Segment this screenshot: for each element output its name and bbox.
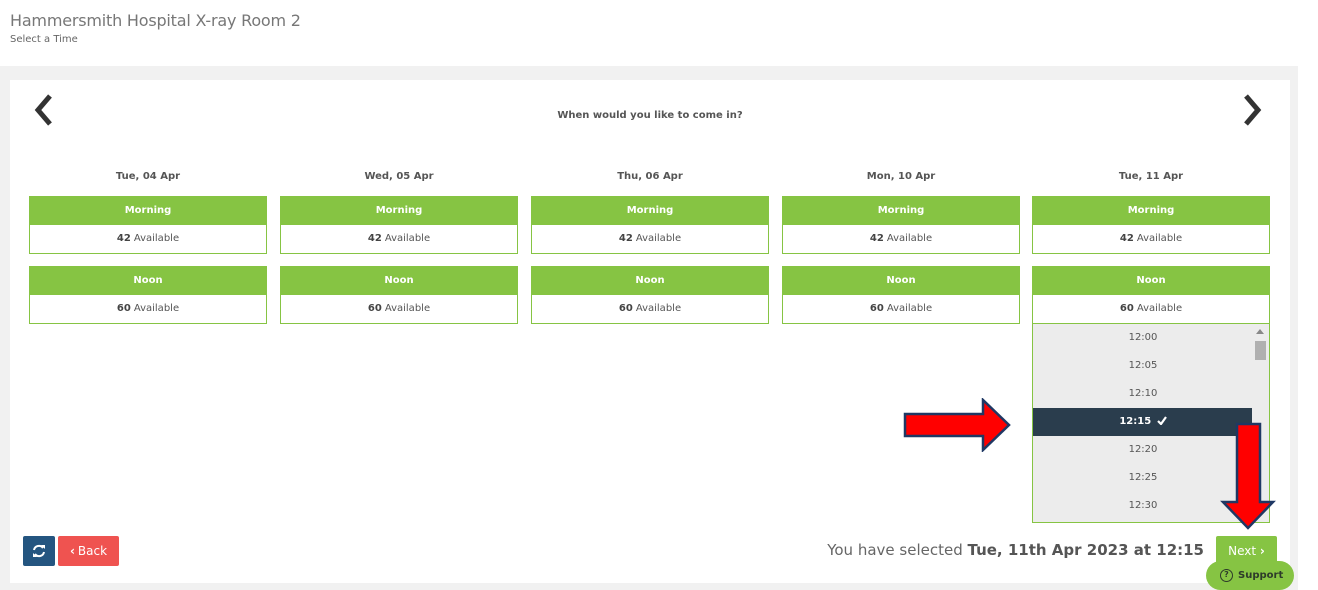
slot-count: 42 xyxy=(367,233,382,244)
available-label: Available xyxy=(886,303,933,314)
right-arrow-annotation-icon xyxy=(903,398,1011,452)
slot-availability: 60 Available xyxy=(783,295,1019,323)
slot-name: Noon xyxy=(281,267,517,295)
scroll-thumb[interactable] xyxy=(1255,341,1266,360)
slot-availability: 60 Available xyxy=(1033,295,1269,323)
slot-availability: 42 Available xyxy=(783,225,1019,253)
noon-slot[interactable]: Noon 60 Available xyxy=(280,266,518,324)
prompt-text: When would you like to come in? xyxy=(557,110,743,121)
support-label: Support xyxy=(1238,570,1284,581)
available-label: Available xyxy=(635,233,682,244)
chevron-right-icon xyxy=(1244,94,1262,126)
day-column: Thu, 06 Apr Morning 42 Available Noon 60 A… xyxy=(531,170,769,336)
support-button[interactable]: ? Support xyxy=(1206,561,1294,590)
page-subtitle: Select a Time xyxy=(10,34,78,45)
day-column: Tue, 11 Apr Morning 42 Available Noon 60 A… xyxy=(1032,170,1270,324)
slot-name: Morning xyxy=(281,197,517,225)
slot-availability: 42 Available xyxy=(1033,225,1269,253)
selection-summary: You have selected Tue, 11th Apr 2023 at … xyxy=(820,541,1204,559)
day-label: Tue, 11 Apr xyxy=(1118,171,1184,182)
slot-availability: 60 Available xyxy=(281,295,517,323)
day-column: Tue, 04 Apr Morning 42 Available Noon 60 A… xyxy=(29,170,267,336)
slot-count: 60 xyxy=(618,303,633,314)
noon-slot[interactable]: Noon 60 Available xyxy=(531,266,769,324)
slot-count: 60 xyxy=(869,303,884,314)
available-label: Available xyxy=(133,303,180,314)
slot-count: 60 xyxy=(116,303,131,314)
slot-name: Morning xyxy=(532,197,768,225)
slot-count: 60 xyxy=(367,303,382,314)
back-button[interactable]: ‹ Back xyxy=(58,536,119,566)
slot-count: 42 xyxy=(116,233,131,244)
morning-slot[interactable]: Morning 42 Available xyxy=(29,196,267,254)
chevron-left-icon: ‹ xyxy=(69,544,75,558)
back-label: Back xyxy=(77,544,108,558)
available-label: Available xyxy=(1136,233,1183,244)
slot-availability: 42 Available xyxy=(30,225,266,253)
next-label: Next xyxy=(1228,544,1257,558)
slot-availability: 42 Available xyxy=(281,225,517,253)
available-label: Available xyxy=(384,233,431,244)
slot-count: 42 xyxy=(1119,233,1134,244)
question-circle-icon: ? xyxy=(1220,569,1233,582)
morning-slot[interactable]: Morning 42 Available xyxy=(1032,196,1270,254)
morning-slot[interactable]: Morning 42 Available xyxy=(782,196,1020,254)
time-option[interactable]: 12:10 xyxy=(1033,380,1253,408)
day-column: Wed, 05 Apr Morning 42 Available Noon 60 A… xyxy=(280,170,518,336)
slot-availability: 60 Available xyxy=(532,295,768,323)
refresh-icon xyxy=(33,544,45,558)
next-week-button[interactable] xyxy=(1236,92,1270,128)
slot-name: Noon xyxy=(783,267,1019,295)
noon-slot[interactable]: Noon 60 Available xyxy=(1032,266,1270,324)
available-label: Available xyxy=(1136,303,1183,314)
day-label: Thu, 06 Apr xyxy=(617,171,683,182)
slot-count: 42 xyxy=(618,233,633,244)
scroll-up-icon[interactable] xyxy=(1256,329,1264,334)
noon-slot[interactable]: Noon 60 Available xyxy=(29,266,267,324)
day-label: Mon, 10 Apr xyxy=(866,171,936,182)
day-label: Wed, 05 Apr xyxy=(364,171,434,182)
slot-name: Noon xyxy=(30,267,266,295)
slot-name: Morning xyxy=(783,197,1019,225)
refresh-button[interactable] xyxy=(23,536,55,566)
day-column: Mon, 10 Apr Morning 42 Available Noon 60 A… xyxy=(782,170,1020,336)
selection-prefix: You have selected xyxy=(827,541,963,559)
chevron-left-icon xyxy=(34,94,52,126)
slot-count: 60 xyxy=(1119,303,1134,314)
slot-name: Morning xyxy=(30,197,266,225)
slot-count: 42 xyxy=(869,233,884,244)
check-icon xyxy=(1156,416,1167,426)
down-arrow-annotation-icon xyxy=(1220,422,1276,530)
morning-slot[interactable]: Morning 42 Available xyxy=(531,196,769,254)
slot-name: Noon xyxy=(1033,267,1269,295)
time-option[interactable]: 12:05 xyxy=(1033,352,1253,380)
available-label: Available xyxy=(384,303,431,314)
selection-value: Tue, 11th Apr 2023 at 12:15 xyxy=(967,541,1205,559)
selected-time-label: 12:15 xyxy=(1119,416,1152,427)
slot-name: Morning xyxy=(1033,197,1269,225)
available-label: Available xyxy=(886,233,933,244)
chevron-right-icon: › xyxy=(1259,544,1265,558)
morning-slot[interactable]: Morning 42 Available xyxy=(280,196,518,254)
page-title: Hammersmith Hospital X-ray Room 2 xyxy=(10,11,301,30)
slot-name: Noon xyxy=(532,267,768,295)
day-label: Tue, 04 Apr xyxy=(115,171,181,182)
time-option[interactable]: 12:00 xyxy=(1033,324,1253,352)
prev-week-button[interactable] xyxy=(30,92,64,128)
slot-availability: 60 Available xyxy=(30,295,266,323)
noon-slot[interactable]: Noon 60 Available xyxy=(782,266,1020,324)
header: Hammersmith Hospital X-ray Room 2 Select… xyxy=(0,0,1298,66)
slot-availability: 42 Available xyxy=(532,225,768,253)
available-label: Available xyxy=(133,233,180,244)
available-label: Available xyxy=(635,303,682,314)
